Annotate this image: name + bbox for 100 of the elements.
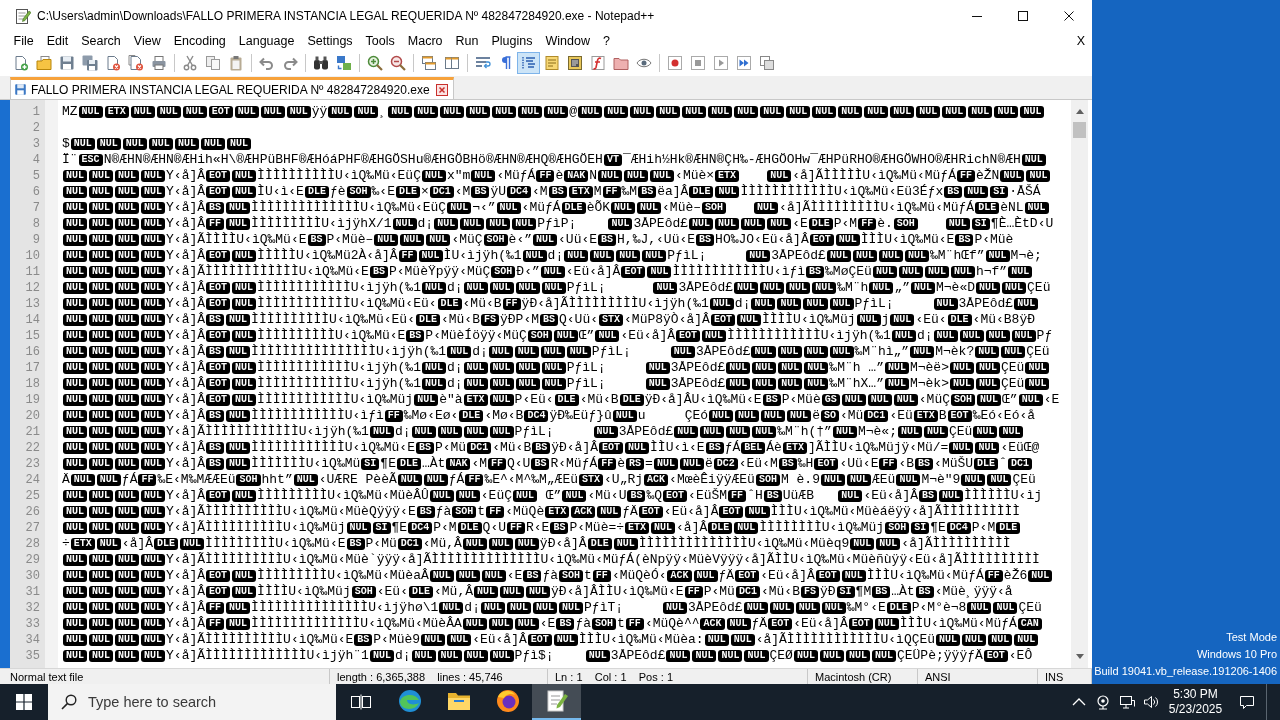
line-number: 10 [24,248,41,264]
line-number: 24 [24,472,41,488]
line-number: 8 [31,216,41,232]
menu-item[interactable]: Language [232,32,301,50]
folder-icon [35,55,52,71]
code-line: NUL NUL NUL NUL Y‹å]Â EOT NUL ÌÌÌÌÌÌÌÌÌÌÌÌU‹ìjÿh(‰1 NUL d¡ NUL NUL NUL NUL PƒìL¡ NUL 3ÅPEôd£ NUL NUL NUL NUL ‰M¨hX…” NUL M¬èk> NUL NUL ÇEü NUL [62,376,1071,392]
taskbar-clock[interactable]: 5:30 PM 5/23/2025 [1163,684,1228,720]
printer-icon [150,55,167,71]
pages-close-icon [127,55,144,71]
code-line: NUL NUL NUL NUL Y‹å]ÃÌÌÌÌÌÌÌÌÌÌU‹ìQ‰Mü‹MüèQÿÿÿ‹E BS ƒà SOH t FF ‹MüQè ETX ACK NUL ƒÄ EOT ‹Eü‹å]Â EOT NUL ÌÌÌU‹ìQ‰Mü‹Müèáëÿÿ‹å]ÃÌÌÌÌÌÌÌÌÌÌ [62,504,1071,520]
line-number: 15 [24,328,41,344]
line-number: 22 [24,440,41,456]
function-icon [589,55,606,71]
speaker-icon [1143,694,1159,710]
indent-lines-icon [520,55,537,71]
code-line: NUL NUL NUL NUL Y‹å]Â EOT NUL ÌÌÌÌÌU‹ìQ‰Mü2À‹å]Â FF NUL ÌU‹ìjÿh(‰1 NUL d¡ NUL NUL NUL NUL PƒìL¡ NUL 3ÅPEôd£ NUL NUL NUL NUL ‰M¨hŒf” NUL M¬è; [62,248,1071,264]
menu-item[interactable]: Edit [40,32,75,50]
taskbar-app[interactable] [532,684,581,720]
menu-item[interactable]: File [7,32,41,50]
line-number: 35 [24,648,41,664]
windows-side-icon [443,55,460,71]
scissors-icon [181,55,198,71]
line-number: 16 [24,344,41,360]
search-icon [61,694,77,710]
menu-item[interactable]: Search [74,32,128,50]
code-line: NUL NUL NUL NUL Y‹å]Â EOT NUL ÌU‹ì‹E DLE ƒè SOH ‰‹E DLE × DC1 ‹M BS ÿU DC4 ‹M BS ETX M FF ‰M BS ëa]Â DLE NUL ÌÌÌÌÌÌÌÌÌÌÌÌU‹ìQ‰Mü‹Eü3Éƒx BS NUL SI ·ÅŠÁ [62,184,1071,200]
floppy-disks-icon [81,55,98,71]
code-line: ÷ ETX NUL ‹å]Â DLE NUL ÌÌÌÌÌÌÌÌÌU‹ìQ‰Mü‹E BS P‹Mü DC1 ‹Mü,Â NUL NUL NUL ÿÐ‹å]Â DLE NUL ÌÌÌÌÌÌÌÌÌÌÌÌÌÌU‹ìQ‰Mü‹Müèq9 NUL NUL ‹å]ÃÌÌÌÌÌÌÌÌÌÌ [62,536,1012,552]
code-line: NUL NUL NUL NUL Y‹å]Â EOT NUL ÌÌÌÌÌÌÌÌÌÌU‹ìQ‰Mü‹EüÇ NUL x"m NUL ‹MüƒÁ FF è NAK N NUL NUL NUL ‹Müè× ETX NUL ‹å]ÃÌÌÌÌÌU‹ìQ‰Mü‹MüƒÁ FF èŽN NUL NUL [62,168,1071,184]
code-line: NUL NUL NUL NUL Y‹å]Â EOT NUL ÌÌÌÌU‹ìQ‰Müj SOH ‹Eü‹ DLE ‹Mü,Â NUL NUL NUL ÿÐ‹å]ÂÌÌU‹ìQ‰Mü‹E FF P‹Mü DC1 ‹Mü‹B FS ÿÐ SI ¶M BS …Àt BS ‹Müè¸ÿÿÿ‹å [62,584,1071,600]
code-line: NUL NUL NUL NUL Y‹å]Â BS NUL ÌÌÌÌÌÌÌÌÌÌÌÌÌÌU‹ìQ‰Mü‹EüÇ NUL ¬‹” NUL ‹MüƒÁ DLE èÕK NUL NUL ‹Müè– SOH NUL ‹å]ÃÌÌÌÌÌÌÌÌÌU‹ìQ‰Mü‹MüƒÁ DLE èNL NUL [62,200,1071,216]
network-icon [1119,694,1135,710]
menu-item[interactable]: Plugins [484,32,539,50]
menu-item[interactable]: View [127,32,168,50]
message-icon [1239,694,1255,710]
scrollbar-thumb[interactable] [1073,122,1086,138]
menu-item[interactable]: Tools [359,32,402,50]
undo-icon [258,55,275,71]
code-line: NUL NUL NUL NUL Y‹å]Â FF NUL ÌÌÌÌÌÌÌÌÌÌÌÌÌÌÌU‹ìjÿhø\1 NUL d¡ NUL NUL NUL NUL PƒìT¡ NUL 3ÅPEôd£ NUL NUL NUL NUL ‰M°‹E DLE P‹M°è¬8 NUL NUL ÇEü [62,600,1071,616]
copy-icon [204,55,221,71]
status-text: Ln : 1 Col : 1 Pos : 1 [555,669,673,684]
code-line: NUL NUL NUL NUL Y‹å]Â FF NUL ÌÌÌÌÌÌÌÌÌÌÌÌÌÌU‹ìQ‰Mü‹MüèÂA NUL NUL NUL ‹E BS ƒà SOH t FF ‹MüQè^^ ACK NUL ƒÄ EOT ‹Eü‹å]Â EOT NUL ÌÌÌU‹ìQ‰Mü‹MüƒÁ CAN [62,616,1071,632]
menu-item[interactable]: Run [449,32,485,50]
menu-item[interactable]: Settings [300,32,360,50]
menu-item[interactable]: ? [596,32,617,50]
framed-document-icon [566,55,583,71]
status-text: INS [1045,669,1064,684]
record-icon [666,55,683,71]
close-document-glyph[interactable]: X [1076,32,1085,50]
code-line: NUL NUL NUL NUL Y‹å]Â FF NUL ÌÌÌÌÌÌÌÌÌU‹ìjÿhX/1 NUL d¡ NUL NUL NUL NUL PƒìP¡ NUL 3ÅPEôd£ NUL NUL NUL NUL ‹E DLE P‹M FF è. SOH NUL SI ¶È…ÈtD‹U [62,216,1071,232]
notepad-icon [544,689,569,713]
line-number: 20 [24,408,41,424]
redo-icon [281,55,298,71]
caret-down-icon[interactable] [1075,654,1084,659]
stacked-pages-icon [758,55,775,71]
line-number: 34 [24,632,41,648]
line-number: 2 [31,120,41,136]
line-number: 26 [24,504,41,520]
line-number: 9 [31,232,41,248]
line-number: 33 [24,616,41,632]
webcam-icon [1095,694,1111,710]
code-line: NUL NUL NUL NUL Y‹å]ÃÌÌÌÌÌÌÌÌÌÌU‹ìQ‰Mü‹Müè`ÿÿÿ‹å]ÃÌÌÌÌÌÌÌÌÌÌÌÌÌÌU‹ìQ‰Mü‹MüƒÁ(èNpÿÿ‹MüèVÿÿÿ‹å]ÃÌÌU‹ìQ‰Mü‹Müèñùÿÿ‹Eü‹å]ÃÌÌÌÌÌÌÌÌÌÌ [62,552,1071,568]
search-field[interactable]: Type here to search [48,684,336,720]
caret-up-icon[interactable] [1075,109,1084,114]
line-number: 11 [24,264,41,280]
code-line: NUL NUL NUL NUL Y‹å]ÃÌÌÌÌÌÌÌÌÌÌU‹ìQ‰Müj NUL SI ¶E DC4 P‹M DLE Q‹U FF R‹E BS P‹Müè=÷ ETX NUL ‹å]Â DLE NUL ÌÌÌÌÌÌÌÌU‹ìQ‰Müj SOH SI ¶E DC4 P‹M DLE [62,520,1071,536]
line-number: 28 [24,536,41,552]
browser-swirl-icon [397,689,422,713]
code-line: Ï¨ ESC N®ÆHN®ÆHN®ÆHih«H\®ÆHPüBHF®ÆHóáPHF®ÆHGÖSHu®ÆHGÖBHö®ÆHN®ÆHQ®ÆHGÖEH VT ¯ÆHih½Hk®ÆHN®ÇH‰-ÆHGÖOHw¯ÆHPüRHO®ÆHGÖWHO®ÆHRichN®ÆH NUL [62,152,1071,168]
line-number: 19 [24,392,41,408]
note-icon [543,55,560,71]
file-tab[interactable]: FALLO PRIMERA INSTANCIA LEGAL REQUERIDA Nº 482847284920.exe [10,77,454,99]
notepad-icon [15,8,31,24]
code-line: Ä NUL NUL ƒÁ FF ‰E‹M‰MÆÆEü SOH hht” NUL ‹UÆRE PèèÃ NUL NUL ƒÁ FF ‰E^‹M^‰M„ÆEü STX ‹U„Rj ACK ‹MœèÊiÿÿÆEü SOH M è.9 NUL NUL ÆEü NUL M¬è"9 NUL NUL ÇEü [62,472,1037,488]
code-line: MZ NUL ETX NUL NUL NUL EOT NUL NUL NUL ÿÿ NUL NUL ¸ NUL NUL NUL NUL NUL NUL NUL @ NUL NUL NUL NUL NUL NUL NUL NUL NUL NUL NUL NUL NUL NUL NUL NUL NUL NUL [62,104,1071,120]
menu-item[interactable]: Macro [401,32,450,50]
fast-forward-icon [735,55,752,71]
line-number: 3 [31,136,41,152]
code-line: NUL NUL NUL NUL Y‹å]ÃÌÌÌÌU‹ìQ‰Mü‹E BS P‹Müè– NUL NUL NUL ‹MüÇ SOH è‹” NUL ‹Uü‹E BS H,‰J,‹Uü‹E BS HO‰JO‹Eü‹å]Â EOT NUL ÌÌÌU‹ìQ‰Mü‹E BS P‹Müè [62,232,1071,248]
line-number: 1 [31,104,41,120]
menu-item[interactable]: Encoding [167,32,233,50]
close-icon[interactable] [435,83,448,96]
globe-icon [495,689,520,713]
line-number: 12 [24,280,41,296]
windows-logo-icon [16,694,32,710]
windows-stack-icon [420,55,437,71]
zoom-out-icon [389,55,406,71]
code-line: NUL NUL NUL NUL Y‹å]Â BS NUL ÌÌÌÌÌÌÌÌÌÌÌÌÌÌÌÌU‹ìjÿh(‰1 NUL d¡ NUL NUL NUL NUL PƒìL¡ NUL 3ÅPEôd£ NUL NUL NUL NUL ‰M¨hì„” NUL M¬èk? NUL NUL ÇEü [62,344,1071,360]
line-number: 5 [31,168,41,184]
menu-item[interactable]: Window [538,32,597,50]
task-view-icon [350,694,371,710]
vertical-scrollbar[interactable] [1071,100,1088,668]
window-title: C:\Users\admin\Downloads\FALLO PRIMERA INSTANCIA LEGAL REQUERIDA Nº 482847284920.exe - Notepad++ [37,8,655,24]
line-number: 25 [24,488,41,504]
code-line: NUL NUL NUL NUL Y‹å]Â EOT NUL ÌÌÌÌÌÌÌÌÌÌÌÌU‹ìQ‰Mü‹Eü‹ DLE ‹Mü‹B FF ÿÐ‹å]ÃÌÌÌÌÌÌÌÌÌU‹ìjÿh(‰1 NUL d¡ NUL NUL NUL NUL PƒìL¡ NUL 3ÅPEôd£ NUL [62,296,1071,312]
line-number: 4 [31,152,41,168]
code-line: NUL NUL NUL NUL Y‹å]ÃÌÌÌÌÌÌÌÌÌÌÌÌÌU‹ìjÿh¨1 NUL d¡ NUL NUL NUL NUL Pƒì$¡ NUL 3ÅPEôd£ NUL NUL NUL NUL ÇEØ NUL NUL NUL NUL ÇEÜPè;ÿÿÿƒÄ EOT ‹EÔ [62,648,1071,664]
play-icon [712,55,729,71]
line-number: 17 [24,360,41,376]
code-line: NUL NUL NUL NUL Y‹å]ÃÌÌÌÌÌÌÌÌÌÌÌÌU‹ìjÿh(‰1 NUL d¡ NUL NUL NUL NUL PƒìL¡ NUL 3ÅPEôd£ NUL NUL NUL NUL ‰M¨h(†” NUL M¬è«; NUL NUL ÇEü NUL NUL [62,424,1071,440]
